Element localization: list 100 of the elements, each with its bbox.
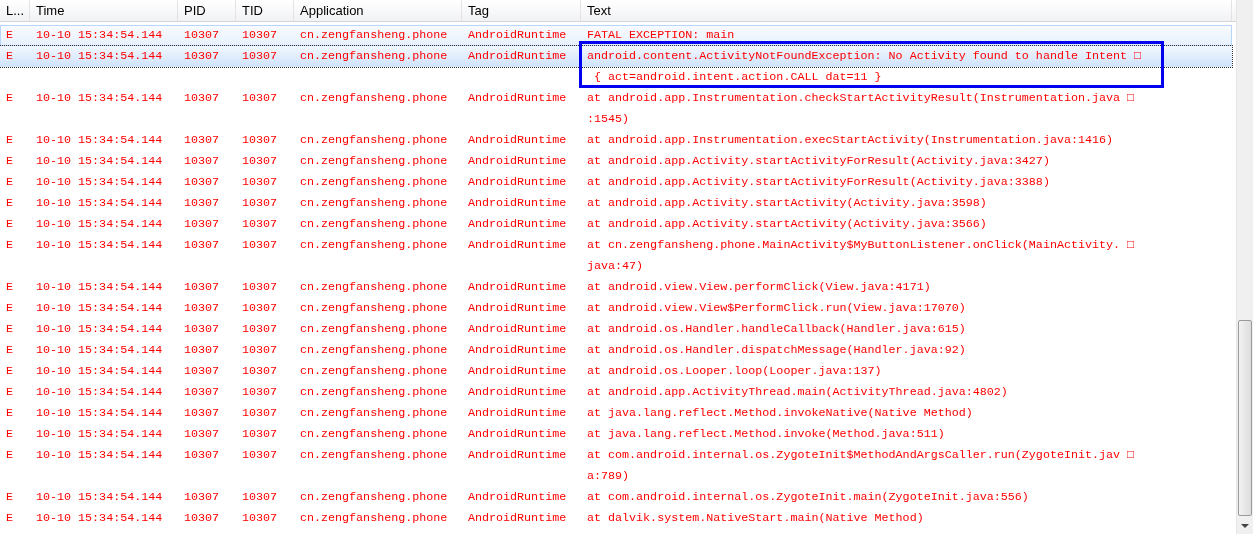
time-cell-text: 10-10 15:34:54.144: [35, 194, 164, 212]
time-cell-text: 10-10 15:34:54.144: [35, 362, 164, 380]
tag-cell-text: AndroidRuntime: [467, 173, 568, 191]
time-cell-text: 10-10 15:34:54.144: [35, 341, 164, 359]
text-cell-text: at android.view.View$PerformClick.run(View.java:17070): [586, 299, 967, 317]
log-row[interactable]: E 10-10 15:34:54.144 10307 10307 cn.zengfansheng.phone AndroidRuntime at java.lang.reflect.Method.invoke(Method.java:511): [0, 424, 1232, 445]
text-cell-text: at android.app.Activity.startActivityForResult(Activity.java:3427): [586, 152, 1051, 170]
tid-cell-text: 10307: [241, 299, 279, 317]
log-row[interactable]: E 10-10 15:34:54.144 10307 10307 cn.zengfansheng.phone AndroidRuntime at android.os.Handler.handleCallback(Handler.java:615): [0, 319, 1232, 340]
tag-cell-text: AndroidRuntime: [467, 509, 568, 527]
level-cell-text: E: [5, 173, 14, 191]
log-row[interactable]: E 10-10 15:34:54.144 10307 10307 cn.zengfansheng.phone AndroidRuntime android.content.ActivityNotFoundException: No Activity found to handle Intent □: [0, 46, 1232, 67]
text-cell-text: at java.lang.reflect.Method.invokeNative(Native Method): [586, 404, 974, 422]
tag-cell-text: AndroidRuntime: [467, 341, 568, 359]
log-row[interactable]: E 10-10 15:34:54.144 10307 10307 cn.zengfansheng.phone AndroidRuntime at android.app.Instrumentation.execStartActivity(Instrumentation.java:1416): [0, 130, 1232, 151]
log-row[interactable]: E 10-10 15:34:54.144 10307 10307 cn.zengfansheng.phone AndroidRuntime at java.lang.reflect.Method.invokeNative(Native Method): [0, 403, 1232, 424]
text-cell-text: at dalvik.system.NativeStart.main(Native Method): [586, 509, 925, 527]
column-header[interactable]: TID: [236, 0, 294, 21]
application-cell-text: cn.zengfansheng.phone: [299, 362, 449, 380]
tid-cell-text: 10307: [241, 278, 279, 296]
tid-cell-text: 10307: [241, 446, 279, 464]
tag-cell-text: AndroidRuntime: [467, 299, 568, 317]
log-row[interactable]: E 10-10 15:34:54.144 10307 10307 cn.zengfansheng.phone AndroidRuntime at com.android.internal.os.ZygoteInit.main(ZygoteInit.java:556): [0, 487, 1232, 508]
level-cell-text: E: [5, 446, 14, 464]
text-cell-text: at android.app.Activity.startActivity(Activity.java:3566): [586, 215, 988, 233]
column-header[interactable]: Application: [294, 0, 462, 21]
log-row[interactable]: E 10-10 15:34:54.144 10307 10307 cn.zengfansheng.phone AndroidRuntime at com.android.internal.os.ZygoteInit$MethodAndArgsCaller.run(ZygoteInit.jav □: [0, 445, 1232, 466]
level-cell-text: E: [5, 26, 14, 44]
pid-cell-text: 10307: [183, 194, 221, 212]
level-cell-text: E: [5, 341, 14, 359]
time-cell-text: 10-10 15:34:54.144: [35, 278, 164, 296]
pid-cell-text: 10307: [183, 446, 221, 464]
log-row[interactable]: E 10-10 15:34:54.144 10307 10307 cn.zengfansheng.phone AndroidRuntime at android.app.ActivityThread.main(ActivityThread.java:4802): [0, 382, 1232, 403]
column-header[interactable]: Time: [30, 0, 178, 21]
level-cell-text: E: [5, 278, 14, 296]
column-header[interactable]: Tag: [462, 0, 581, 21]
scrollbar-thumb[interactable]: [1238, 320, 1252, 516]
pid-cell-text: 10307: [183, 320, 221, 338]
tag-cell-text: AndroidRuntime: [467, 425, 568, 443]
pid-cell-text: 10307: [183, 236, 221, 254]
log-row[interactable]: E 10-10 15:34:54.144 10307 10307 cn.zengfansheng.phone AndroidRuntime at cn.zengfansheng.phone.MainActivity$MyButtonListener.onClick(MainActivity. □: [0, 235, 1232, 256]
log-row[interactable]: E 10-10 15:34:54.144 10307 10307 cn.zengfansheng.phone AndroidRuntime at android.view.View$PerformClick.run(View.java:17070): [0, 298, 1232, 319]
text-cell-text: at android.app.Activity.startActivityForResult(Activity.java:3388): [586, 173, 1051, 191]
time-cell-text: 10-10 15:34:54.144: [35, 383, 164, 401]
tag-cell-text: AndroidRuntime: [467, 383, 568, 401]
tag-cell-text: AndroidRuntime: [467, 488, 568, 506]
level-cell-text: E: [5, 152, 14, 170]
application-cell-text: cn.zengfansheng.phone: [299, 341, 449, 359]
level-cell-text: E: [5, 215, 14, 233]
time-cell-text: 10-10 15:34:54.144: [35, 47, 164, 65]
time-cell-text: 10-10 15:34:54.144: [35, 446, 164, 464]
application-cell-text: cn.zengfansheng.phone: [299, 89, 449, 107]
text-cell-text: at android.os.Handler.dispatchMessage(Handler.java:92): [586, 341, 967, 359]
level-cell-text: E: [5, 488, 14, 506]
time-cell-text: 10-10 15:34:54.144: [35, 320, 164, 338]
tid-cell-text: 10307: [241, 383, 279, 401]
log-row[interactable]: E 10-10 15:34:54.144 10307 10307 cn.zengfansheng.phone AndroidRuntime at android.app.Activity.startActivityForResult(Activity.java:3388): [0, 172, 1232, 193]
application-cell-text: cn.zengfansheng.phone: [299, 152, 449, 170]
scrollbar[interactable]: [1236, 0, 1253, 534]
scroll-down-arrow-icon[interactable]: [1241, 524, 1249, 529]
time-cell-text: 10-10 15:34:54.144: [35, 152, 164, 170]
text-cell-text: at android.app.Instrumentation.execStartActivity(Instrumentation.java:1416): [586, 131, 1115, 149]
pid-cell-text: 10307: [183, 152, 221, 170]
log-row[interactable]: E 10-10 15:34:54.144 10307 10307 cn.zengfansheng.phone AndroidRuntime at android.os.Handler.dispatchMessage(Handler.java:92): [0, 340, 1232, 361]
time-cell-text: 10-10 15:34:54.144: [35, 26, 164, 44]
column-header[interactable]: L...: [0, 0, 30, 21]
log-row[interactable]: E 10-10 15:34:54.144 10307 10307 cn.zengfansheng.phone AndroidRuntime at android.app.Activity.startActivity(Activity.java:3598): [0, 193, 1232, 214]
column-header[interactable]: PID: [178, 0, 236, 21]
tag-cell-text: AndroidRuntime: [467, 215, 568, 233]
pid-cell-text: 10307: [183, 215, 221, 233]
time-cell-text: 10-10 15:34:54.144: [35, 299, 164, 317]
tag-cell-text: AndroidRuntime: [467, 47, 568, 65]
application-cell-text: cn.zengfansheng.phone: [299, 278, 449, 296]
tid-cell-text: 10307: [241, 509, 279, 527]
tid-cell-text: 10307: [241, 425, 279, 443]
pid-cell-text: 10307: [183, 404, 221, 422]
application-cell-text: cn.zengfansheng.phone: [299, 425, 449, 443]
tag-cell-text: AndroidRuntime: [467, 362, 568, 380]
tid-cell-text: 10307: [241, 26, 279, 44]
log-row[interactable]: E 10-10 15:34:54.144 10307 10307 cn.zengfansheng.phone AndroidRuntime at android.app.Instrumentation.checkStartActivityResult(Instrumentation.java □: [0, 88, 1232, 109]
log-row[interactable]: E 10-10 15:34:54.144 10307 10307 cn.zengfansheng.phone AndroidRuntime at android.app.Activity.startActivityForResult(Activity.java:3427): [0, 151, 1232, 172]
log-row[interactable]: E 10-10 15:34:54.144 10307 10307 cn.zengfansheng.phone AndroidRuntime at android.app.Activity.startActivity(Activity.java:3566): [0, 214, 1232, 235]
application-cell-text: cn.zengfansheng.phone: [299, 320, 449, 338]
tag-cell-text: AndroidRuntime: [467, 152, 568, 170]
column-header[interactable]: Text: [581, 0, 1232, 21]
tag-cell-text: AndroidRuntime: [467, 26, 568, 44]
pid-cell-text: 10307: [183, 89, 221, 107]
text-cell-text: FATAL EXCEPTION: main: [586, 26, 736, 44]
tid-cell-text: 10307: [241, 488, 279, 506]
tag-cell-text: AndroidRuntime: [467, 404, 568, 422]
tag-cell-text: AndroidRuntime: [467, 89, 568, 107]
level-cell-text: E: [5, 47, 14, 65]
application-cell-text: cn.zengfansheng.phone: [299, 131, 449, 149]
log-row[interactable]: E 10-10 15:34:54.144 10307 10307 cn.zengfansheng.phone AndroidRuntime at dalvik.system.NativeStart.main(Native Method): [0, 508, 1232, 529]
pid-cell-text: 10307: [183, 47, 221, 65]
tag-cell-text: AndroidRuntime: [467, 320, 568, 338]
pid-cell-text: 10307: [183, 131, 221, 149]
tid-cell-text: 10307: [241, 131, 279, 149]
log-row[interactable]: E 10-10 15:34:54.144 10307 10307 cn.zengfansheng.phone AndroidRuntime at android.view.View.performClick(View.java:4171): [0, 277, 1232, 298]
log-row[interactable]: E 10-10 15:34:54.144 10307 10307 cn.zengfansheng.phone AndroidRuntime at android.os.Looper.loop(Looper.java:137): [0, 361, 1232, 382]
